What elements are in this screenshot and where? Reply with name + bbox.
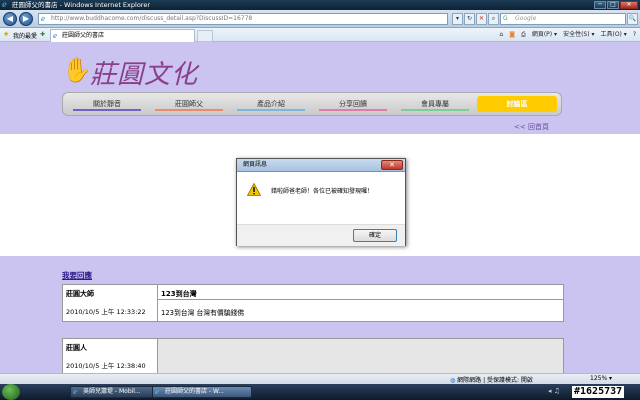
web-page: ✋ 莊圓文化 關於靜音 莊圓師父 產品介紹 分享回饋 會員專屬 討論區 << 回… — [0, 42, 640, 373]
nav-forum[interactable]: 討論區 — [477, 96, 557, 112]
nav-members[interactable]: 會員專屬 — [395, 96, 475, 112]
post-author: 莊圓人 — [66, 344, 87, 352]
alert-dialog: 網頁訊息 ✕ 錯啦師爸老師！各位已被確知發現囉！ 確定 — [236, 158, 406, 246]
globe-icon: ◍ — [450, 377, 456, 384]
google-icon: G — [503, 15, 508, 22]
ie-logo-icon: ℯ — [2, 0, 7, 9]
security-zone[interactable]: ◍ 網際網路 | 受保護模式: 開啟 — [450, 375, 533, 384]
taskbar-item-active[interactable]: ℯ 莊圓師父的書店 - W... — [152, 386, 252, 398]
cmd-help[interactable]: ? — [633, 30, 636, 40]
zoom-level[interactable]: 125% ▾ — [590, 375, 612, 382]
tray-icons[interactable]: ◂ ♫ — [548, 387, 560, 395]
search-input[interactable]: G Google — [500, 13, 626, 25]
home-icon[interactable]: ⌂ — [499, 30, 503, 40]
print-icon[interactable]: ⎙ — [521, 30, 526, 40]
favorites-star-icon[interactable]: ★ — [3, 30, 9, 38]
new-tab-button[interactable] — [197, 30, 213, 42]
post-content: 123到台灣 台灣有價騙錢佛 — [161, 309, 245, 317]
post-time: 2010/10/5 上午 12:38:40 — [66, 362, 146, 370]
dialog-title: 網頁訊息 — [243, 161, 268, 168]
windows-taskbar: ℯ 吳師兒蕭堤 - Mobil... ℯ 莊圓師父的書店 - W... ◂ ♫ … — [0, 384, 640, 400]
tab-active[interactable]: ℯ 莊圓師父的書店 — [50, 29, 195, 42]
main-nav: 關於靜音 莊圓師父 產品介紹 分享回饋 會員專屬 討論區 — [62, 92, 562, 116]
post-title: 123到台灣 — [161, 290, 197, 298]
page-icon: ℯ — [41, 15, 46, 23]
window-title: 莊圓師父的書店 - Windows Internet Explorer — [12, 1, 150, 9]
post-divider — [158, 299, 563, 300]
taskbar-item-label: 莊圓師父的書店 - W... — [165, 388, 224, 395]
site-logo[interactable]: 莊圓文化 — [90, 54, 198, 91]
buddha-hand-icon: ✋ — [62, 56, 92, 84]
security-zone-label: 網際網路 | 受保護模式: 開啟 — [457, 377, 533, 384]
refresh-icon[interactable]: ↻ — [464, 13, 475, 25]
stop-icon[interactable]: ✕ — [476, 13, 487, 25]
search-button[interactable]: 🔍 — [627, 13, 638, 25]
post-author: 莊圓大師 — [66, 290, 94, 298]
site-header: ✋ 莊圓文化 關於靜音 莊圓師父 產品介紹 分享回饋 會員專屬 討論區 << 回… — [0, 42, 640, 134]
ok-button[interactable]: 確定 — [353, 229, 397, 242]
post-time: 2010/10/5 上午 12:33:22 — [66, 308, 146, 316]
favorites-button[interactable]: 我的最愛 — [13, 31, 37, 40]
nav-products[interactable]: 產品介紹 — [231, 96, 311, 112]
nav-master[interactable]: 莊圓師父 — [149, 96, 229, 112]
dialog-body: 錯啦師爸老師！各位已被確知發現囉！ — [237, 172, 405, 224]
dialog-footer: 確定 — [237, 224, 405, 246]
watermark-id: #1625737 — [572, 386, 625, 398]
cmd-tools[interactable]: 工具(O) ▾ — [600, 30, 626, 40]
feeds-icon[interactable]: ◙ — [509, 30, 515, 40]
command-bar: ⌂ ◙ ⎙ 網頁(P) ▾ 安全性(S) ▾ 工具(O) ▾ ? — [499, 30, 636, 40]
minimize-button[interactable]: ─ — [594, 1, 606, 9]
warning-icon — [247, 183, 261, 196]
dialog-message: 錯啦師爸老師！各位已被確知發現囉！ — [271, 188, 374, 195]
discussion-area: 我要回應 莊圓大師 2010/10/5 上午 12:33:22 123到台灣 1… — [0, 256, 640, 373]
dialog-close-button[interactable]: ✕ — [381, 160, 403, 170]
dropdown-icon[interactable]: ▾ — [452, 13, 463, 25]
address-input[interactable]: ℯ http://www.buddhacome.com/discuss_deta… — [38, 13, 448, 25]
favorites-bar: ★ 我的最愛 ✚ ℯ 莊圓師父的書店 ⌂ ◙ ⎙ 網頁(P) ▾ 安全性(S) … — [0, 28, 640, 42]
cmd-safety[interactable]: 安全性(S) ▾ — [563, 30, 594, 40]
forward-button[interactable]: ▶ — [19, 12, 33, 26]
post-row: 莊圓人 2010/10/5 上午 12:38:40 — [62, 338, 564, 373]
status-bar: ◍ 網際網路 | 受保護模式: 開啟 125% ▾ — [0, 373, 640, 384]
nav-about[interactable]: 關於靜音 — [67, 96, 147, 112]
post-row: 莊圓大師 2010/10/5 上午 12:33:22 123到台灣 123到台灣… — [62, 284, 564, 322]
address-url: http://www.buddhacome.com/discuss_detail… — [51, 15, 253, 22]
reply-link[interactable]: 我要回應 — [62, 270, 92, 281]
search-placeholder: Google — [515, 15, 537, 22]
cmd-page[interactable]: 網頁(P) ▾ — [532, 30, 557, 40]
start-button[interactable] — [2, 384, 20, 400]
address-toolbar: ◀ ▶ ℯ http://www.buddhacome.com/discuss_… — [0, 10, 640, 28]
window-titlebar: ℯ 莊圓師父的書店 - Windows Internet Explorer ─ … — [0, 0, 640, 10]
maximize-button[interactable]: □ — [607, 1, 619, 9]
browser-icon: ℯ — [73, 388, 78, 396]
back-home-link[interactable]: << 回首頁 — [514, 122, 549, 132]
dialog-titlebar: 網頁訊息 ✕ — [237, 159, 405, 172]
taskbar-item-label: 吳師兒蕭堤 - Mobil... — [83, 388, 141, 395]
back-button[interactable]: ◀ — [3, 12, 17, 26]
ie-icon: ℯ — [155, 388, 160, 396]
add-favorite-icon[interactable]: ✚ — [40, 31, 45, 38]
nav-feedback[interactable]: 分享回饋 — [313, 96, 393, 112]
close-window-button[interactable]: ✕ — [620, 1, 638, 9]
tab-page-icon: ℯ — [53, 32, 58, 40]
live-search-icon[interactable]: ⌕ — [488, 13, 499, 25]
tab-title: 莊圓師父的書店 — [62, 32, 105, 39]
